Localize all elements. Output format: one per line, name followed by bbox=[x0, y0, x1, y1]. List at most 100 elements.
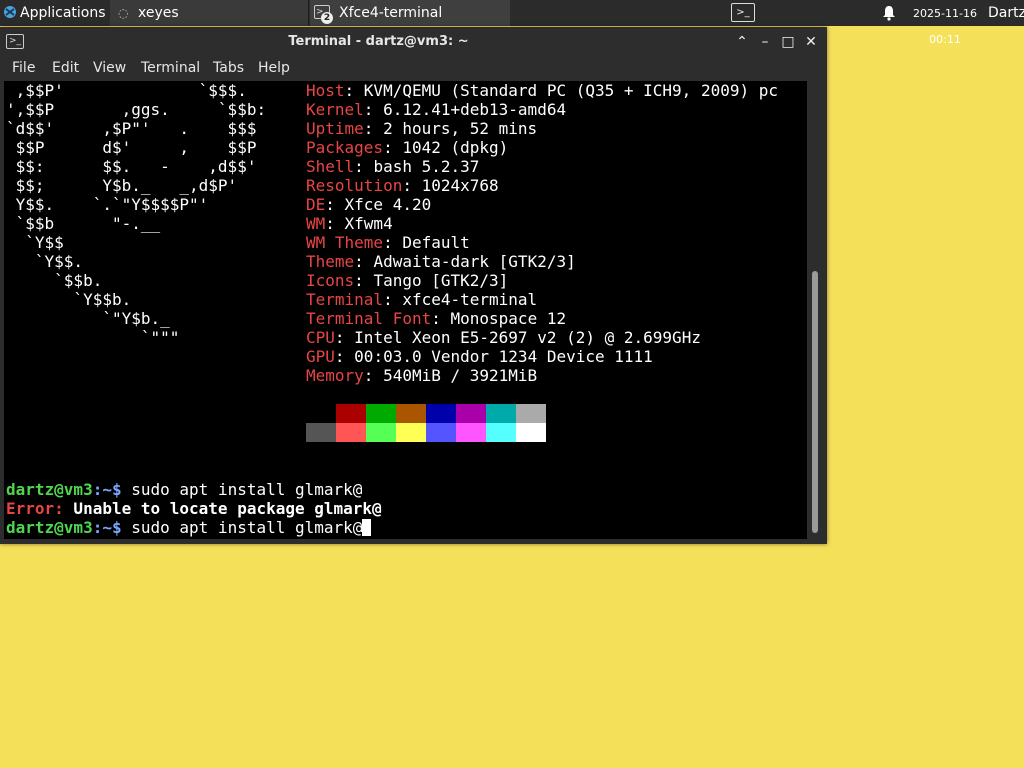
info-key: Shell bbox=[306, 157, 355, 176]
prompt-path: :~$ bbox=[92, 480, 122, 499]
info-row-wm: WM: Xfwm4 bbox=[306, 214, 393, 233]
user-menu[interactable]: Dartz bbox=[988, 0, 1024, 26]
info-value: Xfce 4.20 bbox=[344, 195, 432, 214]
info-key: Uptime bbox=[306, 119, 364, 138]
terminal-icon: >_ bbox=[731, 3, 755, 22]
logo-line: `"Y$b._ bbox=[6, 309, 170, 328]
bell-icon bbox=[883, 6, 895, 21]
info-key: WM bbox=[306, 214, 326, 233]
logo-line: `Y$$ bbox=[6, 233, 64, 252]
color-swatch bbox=[336, 404, 366, 423]
color-swatch bbox=[396, 404, 426, 423]
info-row-host: Host: KVM/QEMU (Standard PC (Q35 + ICH9,… bbox=[306, 81, 779, 100]
info-value: Adwaita-dark [GTK2/3] bbox=[373, 252, 576, 271]
color-swatch bbox=[486, 404, 516, 423]
color-swatch bbox=[516, 423, 546, 442]
logo-line: $$; Y$b._ _,d$P' bbox=[6, 176, 238, 195]
shade-button[interactable]: ⌃ bbox=[731, 27, 753, 57]
info-row-terminal-font: Terminal Font: Monospace 12 bbox=[306, 309, 567, 328]
taskbar-item-xeyes[interactable]: ◌ xeyes bbox=[110, 0, 309, 26]
prompt-line-2[interactable]: dartz@vm3:~$ sudo apt install glmark@ bbox=[6, 518, 372, 537]
info-key: WM Theme bbox=[306, 233, 384, 252]
info-value: 2 hours, 52 mins bbox=[383, 119, 538, 138]
info-key: DE bbox=[306, 195, 326, 214]
info-key: Memory bbox=[306, 366, 364, 385]
clock-date: 2025-11-16 bbox=[913, 7, 977, 20]
logo-line: ',$$P ,ggs. `$$b: bbox=[6, 100, 267, 119]
menu-bar: File Edit View Terminal Tabs Help bbox=[0, 57, 827, 79]
chevron-up-icon: ⌃ bbox=[736, 34, 748, 50]
info-row-gpu: GPU: 00:03.0 Vendor 1234 Device 1111 bbox=[306, 347, 653, 366]
notifications-button[interactable] bbox=[882, 0, 898, 26]
info-row-theme: Theme: Adwaita-dark [GTK2/3] bbox=[306, 252, 576, 271]
xeyes-icon: ◌ bbox=[118, 6, 129, 20]
command-input[interactable]: sudo apt install glmark@ bbox=[122, 518, 362, 537]
color-swatch bbox=[426, 404, 456, 423]
command-text: sudo apt install glmark@ bbox=[121, 480, 363, 499]
scrollbar-thumb[interactable] bbox=[812, 271, 818, 533]
info-key: Theme bbox=[306, 252, 355, 271]
info-row-memory: Memory: 540MiB / 3921MiB bbox=[306, 366, 538, 385]
info-row-kernel: Kernel: 6.12.41+deb13-amd64 bbox=[306, 100, 567, 119]
error-message: Unable to locate package glmark@ bbox=[63, 499, 382, 518]
info-value: Tango [GTK2/3] bbox=[373, 271, 509, 290]
window-titlebar[interactable]: >_ Terminal - dartz@vm3: ~ ⌃ – □ ✕ bbox=[0, 27, 827, 57]
info-row-uptime: Uptime: 2 hours, 52 mins bbox=[306, 119, 538, 138]
info-value: Default bbox=[402, 233, 470, 252]
info-value: 540MiB / 3921MiB bbox=[383, 366, 538, 385]
error-line: Error: Unable to locate package glmark@ bbox=[6, 499, 382, 518]
logo-line: `$$b "-.__ bbox=[6, 214, 161, 233]
menu-terminal[interactable]: Terminal bbox=[141, 57, 200, 79]
error-label: Error: bbox=[6, 499, 64, 518]
info-key: Terminal Font bbox=[306, 309, 432, 328]
window-title: Terminal - dartz@vm3: ~ bbox=[288, 34, 469, 49]
window-count-badge: 2 bbox=[321, 12, 333, 24]
vertical-scrollbar[interactable] bbox=[808, 81, 823, 539]
color-swatch bbox=[306, 423, 336, 442]
color-swatch bbox=[306, 404, 336, 423]
maximize-button[interactable]: □ bbox=[777, 27, 799, 57]
info-value: Monospace 12 bbox=[450, 309, 567, 328]
menu-view[interactable]: View bbox=[93, 57, 126, 79]
text-cursor bbox=[362, 519, 372, 536]
logo-line: `d$$' ,$P"' . $$$ bbox=[6, 119, 257, 138]
terminal-window: >_ Terminal - dartz@vm3: ~ ⌃ – □ ✕ File … bbox=[0, 27, 827, 544]
menu-file[interactable]: File bbox=[12, 57, 35, 79]
taskbar-item-label: Xfce4-terminal bbox=[339, 5, 443, 21]
menu-edit[interactable]: Edit bbox=[52, 57, 79, 79]
info-value: 6.12.41+deb13-amd64 bbox=[383, 100, 567, 119]
menu-tabs[interactable]: Tabs bbox=[213, 57, 244, 79]
info-value: Xfwm4 bbox=[344, 214, 393, 233]
terminal-launcher-button[interactable]: >_ bbox=[728, 0, 758, 26]
close-button[interactable]: ✕ bbox=[800, 27, 822, 57]
info-value: 1024x768 bbox=[421, 176, 499, 195]
color-swatch bbox=[486, 423, 516, 442]
minimize-button[interactable]: – bbox=[754, 27, 776, 57]
color-swatch bbox=[396, 423, 426, 442]
info-row-wm-theme: WM Theme: Default bbox=[306, 233, 470, 252]
prompt-line-1: dartz@vm3:~$ sudo apt install glmark@ bbox=[6, 480, 362, 499]
taskbar-item-terminal[interactable]: >_ 2 Xfce4-terminal bbox=[310, 0, 510, 26]
clock[interactable]: 2025-11-16 00:11 bbox=[906, 0, 984, 46]
info-key: Kernel bbox=[306, 100, 364, 119]
info-row-de: DE: Xfce 4.20 bbox=[306, 195, 432, 214]
info-value: bash 5.2.37 bbox=[373, 157, 480, 176]
menu-help[interactable]: Help bbox=[258, 57, 290, 79]
color-swatch bbox=[426, 423, 456, 442]
applications-menu-button[interactable]: Applications bbox=[0, 0, 108, 26]
applications-label: Applications bbox=[20, 5, 106, 21]
color-swatch bbox=[336, 423, 366, 442]
logo-line: `Y$$. bbox=[6, 252, 84, 271]
terminal-output[interactable]: ,$$P' `$$$. ',$$P ,ggs. `$$b: `d$$' ,$P"… bbox=[4, 81, 807, 539]
info-key: Icons bbox=[306, 271, 355, 290]
info-key: Packages bbox=[306, 138, 384, 157]
info-key: Terminal bbox=[306, 290, 384, 309]
minimize-icon: – bbox=[761, 34, 769, 50]
maximize-icon: □ bbox=[781, 34, 795, 50]
info-value: Intel Xeon E5-2697 v2 (2) @ 2.699GHz bbox=[354, 328, 701, 347]
info-row-icons: Icons: Tango [GTK2/3] bbox=[306, 271, 509, 290]
color-swatch bbox=[456, 423, 486, 442]
info-key: GPU bbox=[306, 347, 335, 366]
logo-line: ,$$P' `$$$. bbox=[6, 81, 247, 100]
logo-line: `$$b. bbox=[6, 271, 103, 290]
